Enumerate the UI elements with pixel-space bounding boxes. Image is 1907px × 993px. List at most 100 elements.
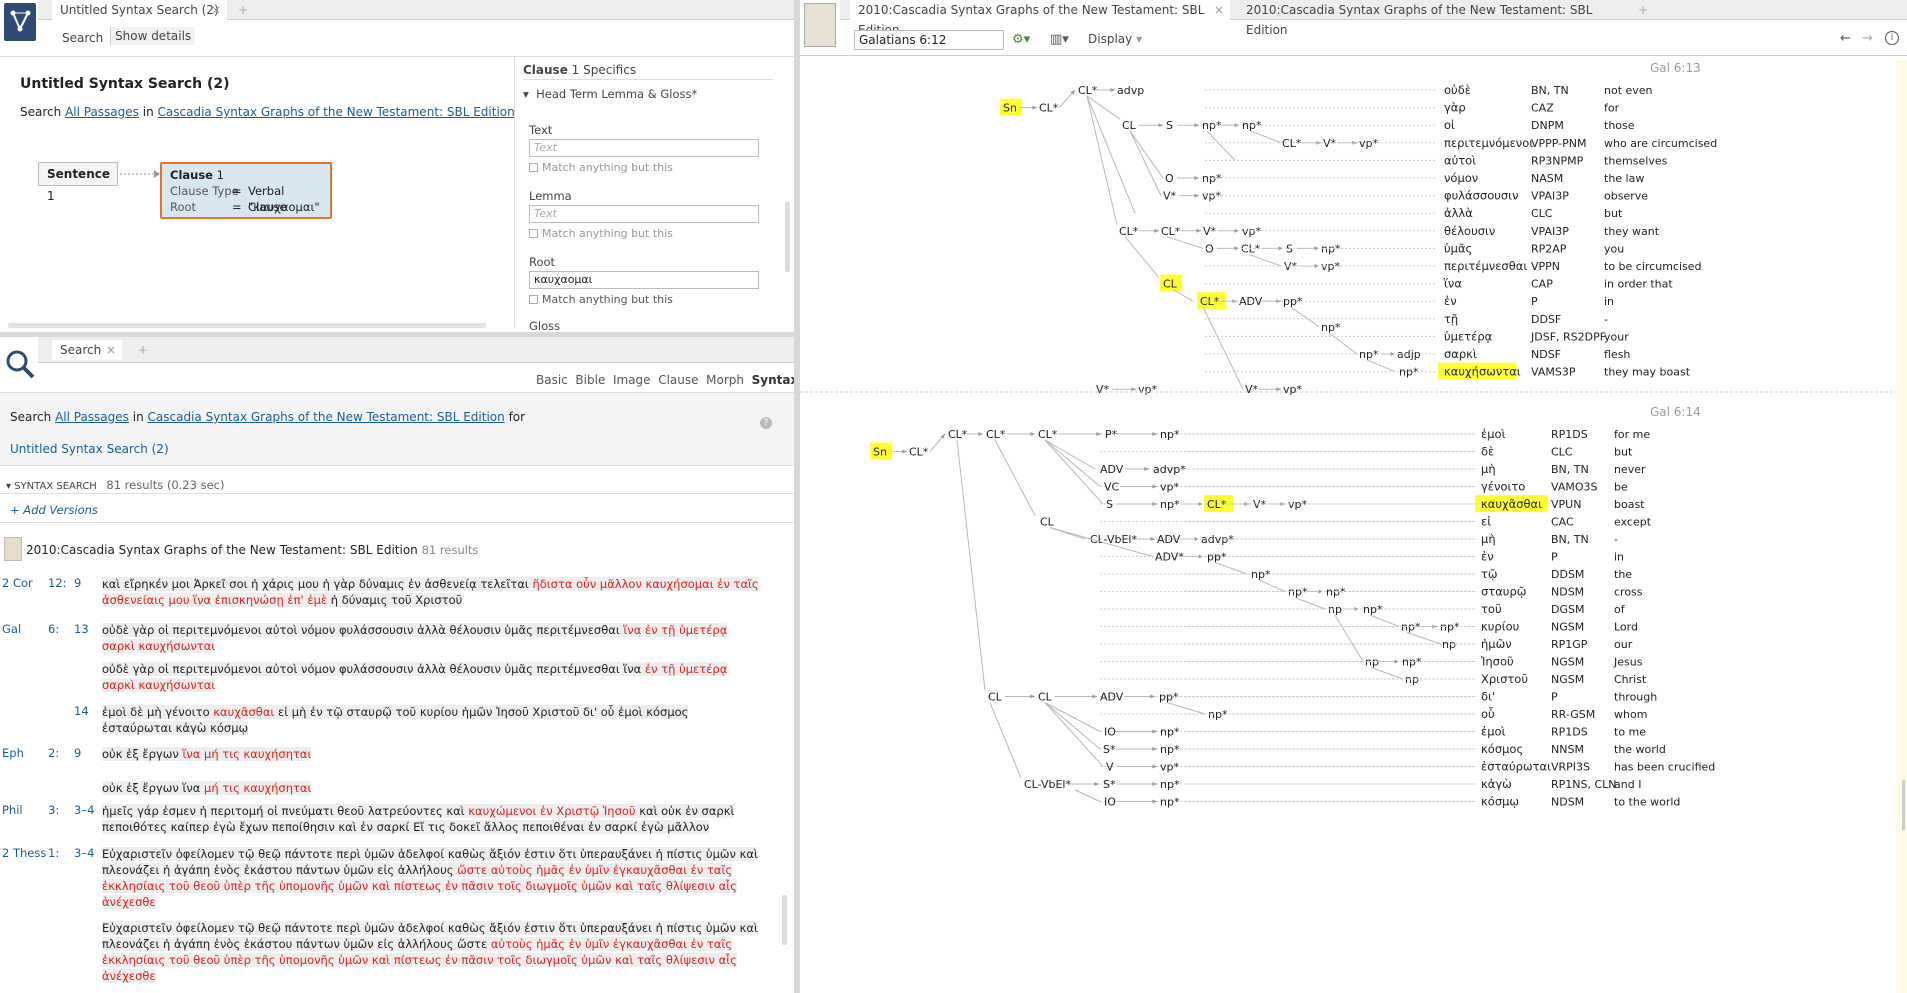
mode-basic[interactable]: Basic <box>536 373 568 387</box>
text-placeholder: Text <box>534 141 557 154</box>
close-icon[interactable]: × <box>211 0 221 20</box>
result-text[interactable]: οὐκ ἐξ ἔργων ἵνα μή τις καυχήσηται <box>102 780 762 796</box>
tab-label: Search <box>60 343 102 357</box>
arrow-head <box>1152 782 1157 786</box>
lemma-field[interactable]: Text <box>529 205 759 223</box>
result-text[interactable]: οὐδὲ γὰρ οἱ περιτεμνόμενοι αὐτοὶ νόμον φ… <box>102 661 762 693</box>
ref-v: 9 <box>74 746 82 760</box>
info-icon[interactable]: i <box>1885 31 1899 45</box>
result-hit: καυχᾶσθαι <box>213 705 275 719</box>
arrow-head <box>1152 799 1157 804</box>
mode-bible[interactable]: Bible <box>575 373 605 387</box>
graph-node: vp* <box>1138 383 1157 396</box>
tab-search[interactable]: Search × <box>52 340 122 360</box>
arrow-head <box>1092 694 1097 699</box>
graph-node: V* <box>1253 498 1267 511</box>
result-pre: οὐκ ἐξ ἔργων ἵνα <box>102 781 204 795</box>
reference-input[interactable]: Galatians 6:12 <box>854 30 1004 50</box>
graph-node: np <box>1365 656 1379 669</box>
graph-edge <box>1129 130 1164 179</box>
right-scrollbar-thumb[interactable] <box>1902 780 1905 830</box>
root-field[interactable]: καυχαομαι <box>529 271 759 289</box>
passages-link[interactable]: All Passages <box>55 410 129 424</box>
morph-code: DDSF <box>1531 313 1561 326</box>
show-details-button[interactable]: Show details <box>110 27 196 45</box>
greek-word: σταυρῷ <box>1481 585 1526 599</box>
result-text[interactable]: καὶ εἴρηκέν μοι Ἀρκεῖ σοι ἡ χάρις μου ἡ … <box>102 576 762 608</box>
graph-edge <box>1366 359 1396 373</box>
graph-edge <box>1202 306 1244 390</box>
greek-word: τοῦ <box>1481 602 1502 616</box>
results-scrollbar[interactable] <box>782 895 787 945</box>
mode-morph[interactable]: Morph <box>706 373 744 387</box>
ref-book: Phil <box>2 803 23 817</box>
result-text[interactable]: οὐκ ἐξ ἔργων ἵνα μή τις καυχήσηται <box>102 746 762 762</box>
query-link[interactable]: Untitled Syntax Search (2) <box>10 442 169 456</box>
result-text-content: οὐκ ἐξ ἔργων ἵνα μή τις καυχήσηται <box>102 747 312 761</box>
gloss: the <box>1614 568 1632 581</box>
sentence-num: 1 <box>47 189 55 203</box>
ref-ch: 2: <box>48 746 60 760</box>
new-tab-button[interactable]: + <box>130 340 150 360</box>
syntax-search-header[interactable]: ▾ SYNTAX SEARCH 81 results (0.23 sec) <box>6 478 224 492</box>
graph-node: VC <box>1104 481 1120 494</box>
result-text[interactable]: ἡμεῖς γάρ ἐσμεν ἡ περιτομή οἱ πνεύματι θ… <box>102 803 762 835</box>
ref-ch: 6: <box>48 622 60 636</box>
gloss: your <box>1604 330 1629 343</box>
sentence-node[interactable]: Sentence 1 <box>38 162 118 203</box>
result-pre: οὐκ ἐξ ἔργων <box>102 747 183 761</box>
morph-code: VPPP-PNM <box>1531 137 1587 150</box>
resource-link[interactable]: Cascadia Syntax Graphs of the New Testam… <box>148 410 505 424</box>
search-logo[interactable] <box>4 347 36 387</box>
right-scrollbar-track[interactable] <box>1896 60 1907 993</box>
tab-untitled-syntax-search[interactable]: Untitled Syntax Search (2) × <box>52 0 227 20</box>
result-text-content: οὐδὲ γὰρ οἱ περιτεμνόμενοι αὐτοὶ νόμον φ… <box>102 662 728 692</box>
morph-code: VPUN <box>1551 498 1581 511</box>
display-menu[interactable]: Display ▾ <box>1088 32 1142 46</box>
passages-link[interactable]: All Passages <box>65 105 139 119</box>
mode-syntax[interactable]: Syntax <box>752 373 799 387</box>
match-checkbox-lemma[interactable]: Match anything but this <box>529 227 673 240</box>
page-title[interactable]: Untitled Syntax Search (2) <box>20 76 230 92</box>
app-logo[interactable] <box>4 3 36 41</box>
add-versions-link[interactable]: + Add Versions <box>10 503 98 517</box>
greek-word: ἀλλὰ <box>1444 206 1473 220</box>
new-tab-button[interactable]: + <box>230 0 250 20</box>
mode-clause[interactable]: Clause <box>658 373 698 387</box>
specifics-title: Clause <box>523 63 568 77</box>
horizontal-scrollbar[interactable] <box>8 323 486 328</box>
result-text[interactable]: Εὐχαριστεῖν ὀφείλομεν τῷ θεῷ πάντοτε περ… <box>102 920 762 984</box>
search-mode-tabs: Basic Bible Image Clause Morph Syntax <box>536 373 798 387</box>
search-button[interactable]: Search <box>62 31 103 45</box>
tab-cascadia-1[interactable]: 2010:Cascadia Syntax Graphs of the New T… <box>850 0 1230 37</box>
result-text[interactable]: ἐμοὶ δὲ μὴ γένοιτο καυχᾶσθαι εἰ μὴ ἐν τῷ… <box>102 704 762 736</box>
result-text[interactable]: Εὐχαριστεῖν ὀφείλομεν τῷ θεῷ πάντοτε περ… <box>102 846 762 910</box>
right-pane: 2010:Cascadia Syntax Graphs of the New T… <box>800 0 1907 993</box>
close-icon[interactable]: × <box>1214 0 1224 20</box>
result-text[interactable]: οὐδὲ γὰρ οἱ περιτεμνόμενοι αὐτοὶ νόμον φ… <box>102 622 762 654</box>
new-tab-button[interactable]: + <box>1630 0 1650 20</box>
match-checkbox-text[interactable]: Match anything but this <box>529 161 673 174</box>
resource-result-header[interactable]: 2010:Cascadia Syntax Graphs of the New T… <box>26 543 478 557</box>
book-cover-icon[interactable] <box>804 3 836 47</box>
section-header[interactable]: ▾ Head Term Lemma & Gloss* <box>523 87 697 101</box>
gloss: cross <box>1614 586 1643 599</box>
help-icon[interactable]: ? <box>760 417 772 429</box>
tab-cascadia-2[interactable]: 2010:Cascadia Syntax Graphs of the New T… <box>1238 0 1628 37</box>
greek-word: εἰ <box>1481 515 1491 529</box>
resource-link[interactable]: Cascadia Syntax Graphs of the New Testam… <box>158 105 515 119</box>
vertical-scrollbar[interactable] <box>785 202 790 272</box>
arrow-head <box>1131 387 1136 392</box>
morph-code: VPAI3P <box>1531 190 1569 203</box>
link-set-icon[interactable]: ⚙▾ <box>1012 32 1030 47</box>
match-checkbox-root[interactable]: Match anything but this <box>529 293 673 306</box>
close-icon[interactable]: × <box>106 340 116 360</box>
back-arrow-icon[interactable]: ← <box>1840 31 1851 46</box>
morph-code: JDSF, RS2DPF <box>1530 330 1606 343</box>
parallel-icon[interactable]: ▥▾ <box>1050 32 1069 47</box>
in-label: in <box>142 105 154 119</box>
text-field[interactable]: Text <box>529 139 759 157</box>
clause-node[interactable]: Clause 1 Clause Type = Verbal Clause Root =… <box>160 162 332 219</box>
forward-arrow-icon[interactable]: → <box>1862 31 1873 46</box>
mode-image[interactable]: Image <box>613 373 651 387</box>
